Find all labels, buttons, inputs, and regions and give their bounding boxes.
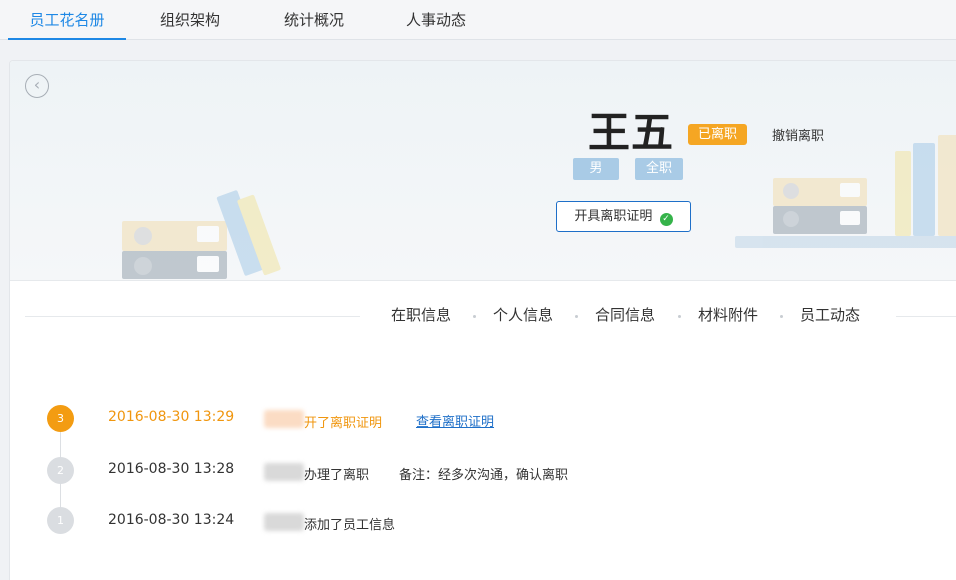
redacted-operator — [264, 410, 304, 428]
section-tab-personal-info[interactable]: 个人信息 — [493, 304, 553, 325]
section-tab-attachments[interactable]: 材料附件 — [698, 304, 758, 325]
section-separator — [780, 315, 783, 318]
certificate-button-label: 开具离职证明 — [574, 209, 653, 224]
chevron-left-icon: ‹ — [33, 75, 41, 94]
section-separator — [575, 315, 578, 318]
timeline-action: 开了离职证明 — [304, 416, 383, 431]
tab-statistics[interactable]: 统计概况 — [272, 0, 356, 40]
timeline-step-badge: 3 — [47, 405, 74, 432]
tab-hr-activity[interactable]: 人事动态 — [394, 0, 478, 40]
view-certificate-link[interactable]: 查看离职证明 — [416, 411, 494, 430]
timeline-action: 办理了离职 — [304, 468, 370, 483]
timeline-time: 2016-08-30 13:24 — [108, 512, 235, 528]
revoke-resignation-link[interactable]: 撤销离职 — [772, 125, 824, 144]
decorative-folders-left — [122, 189, 302, 280]
section-tab-employment-info[interactable]: 在职信息 — [391, 304, 451, 325]
section-divider-left — [25, 316, 360, 317]
decorative-folders-right — [735, 131, 956, 251]
gender-tag: 男 — [573, 158, 619, 180]
employment-type-tag: 全职 — [635, 158, 683, 180]
issue-certificate-button[interactable]: 开具离职证明 ✓ — [556, 201, 691, 232]
timeline-time: 2016-08-30 13:28 — [108, 461, 235, 477]
redacted-operator — [264, 513, 304, 531]
tab-org-structure[interactable]: 组织架构 — [148, 0, 232, 40]
timeline-note: 备注：经多次沟通，确认离职 — [399, 468, 569, 483]
section-separator — [473, 315, 476, 318]
back-button[interactable]: ‹ — [25, 74, 49, 98]
employee-detail-card: ‹ 王五 已离职 撤销离职 男 全职 开具离职证明 ✓ 在职信息 个人信息 合同… — [9, 60, 956, 580]
redacted-operator — [264, 463, 304, 481]
tab-employee-roster[interactable]: 员工花名册 — [8, 0, 126, 40]
top-nav: 员工花名册 组织架构 统计概况 人事动态 — [0, 0, 956, 40]
timeline-step-badge: 2 — [47, 457, 74, 484]
status-badge: 已离职 — [688, 124, 748, 145]
timeline-step-badge: 1 — [47, 507, 74, 534]
section-separator — [678, 315, 681, 318]
check-circle-icon: ✓ — [659, 213, 673, 226]
timeline-action: 添加了员工信息 — [304, 518, 396, 533]
section-tab-contract-info[interactable]: 合同信息 — [595, 304, 655, 325]
profile-header: ‹ 王五 已离职 撤销离职 男 全职 开具离职证明 ✓ — [10, 61, 956, 281]
timeline-time: 2016-08-30 13:29 — [108, 409, 235, 425]
employee-name: 王五 — [588, 108, 675, 157]
section-divider-right — [896, 316, 956, 317]
section-tab-employee-activity[interactable]: 员工动态 — [800, 304, 860, 325]
